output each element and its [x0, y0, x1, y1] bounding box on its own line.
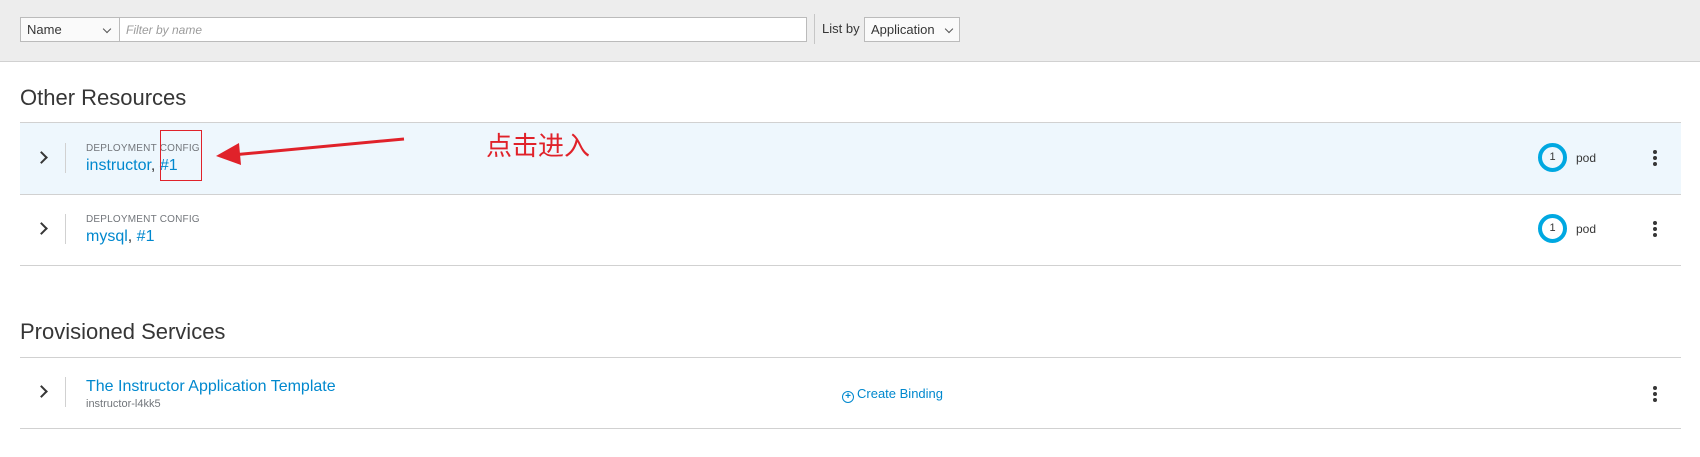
- annotation-arrow-icon: [216, 137, 405, 165]
- annotation-text: 点击进入: [486, 132, 591, 162]
